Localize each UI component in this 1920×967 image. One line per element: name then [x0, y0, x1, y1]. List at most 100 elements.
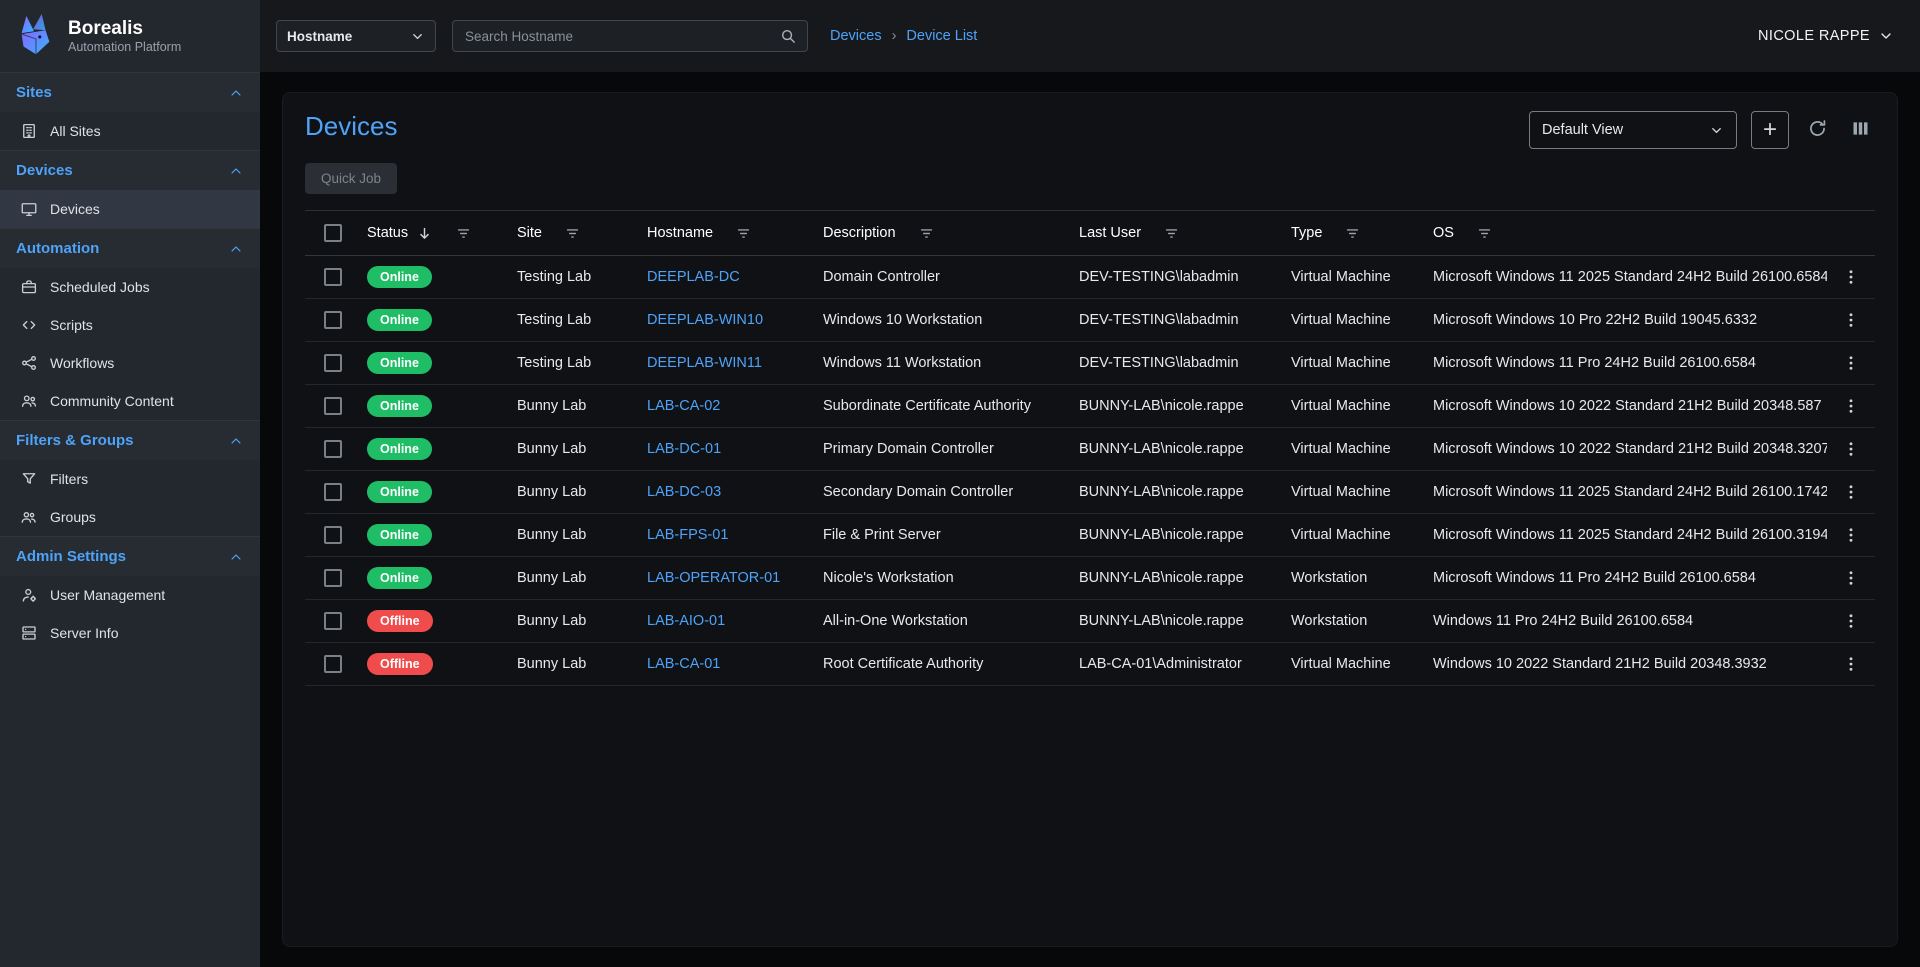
- search-icon[interactable]: [780, 28, 797, 45]
- column-filter-icon[interactable]: [918, 225, 935, 242]
- row-menu-button[interactable]: [1842, 311, 1860, 329]
- column-header-type[interactable]: Type: [1285, 225, 1427, 242]
- column-label: Description: [823, 225, 896, 241]
- site-cell: Bunny Lab: [511, 527, 641, 543]
- add-view-button[interactable]: +: [1751, 111, 1789, 149]
- column-filter-icon[interactable]: [564, 225, 581, 242]
- hostname-link[interactable]: LAB-DC-03: [647, 484, 721, 500]
- row-checkbox[interactable]: [324, 612, 342, 630]
- column-label: Last User: [1079, 225, 1141, 241]
- row-checkbox-cell: [305, 612, 361, 630]
- sidebar-item-groups[interactable]: Groups: [0, 498, 260, 536]
- refresh-button[interactable]: [1803, 114, 1832, 146]
- user-menu[interactable]: NICOLE RAPPE: [1758, 28, 1894, 44]
- hostname-link[interactable]: LAB-OPERATOR-01: [647, 570, 780, 586]
- hostname-link[interactable]: DEEPLAB-WIN11: [647, 355, 762, 371]
- sidebar-item-devices[interactable]: Devices: [0, 190, 260, 228]
- hostname-link[interactable]: LAB-FPS-01: [647, 527, 728, 543]
- last-user-cell: BUNNY-LAB\nicole.rappe: [1073, 613, 1285, 629]
- sidebar-item-server-info[interactable]: Server Info: [0, 614, 260, 652]
- sidebar-section-devices[interactable]: Devices: [0, 150, 260, 190]
- hostname-link[interactable]: LAB-DC-01: [647, 441, 721, 457]
- row-actions-cell: [1827, 311, 1875, 329]
- row-checkbox[interactable]: [324, 268, 342, 286]
- groups-icon: [20, 508, 38, 526]
- sidebar-item-workflows[interactable]: Workflows: [0, 344, 260, 382]
- row-menu-button[interactable]: [1842, 483, 1860, 501]
- quick-job-button[interactable]: Quick Job: [305, 163, 397, 194]
- row-menu-button[interactable]: [1842, 397, 1860, 415]
- row-checkbox[interactable]: [324, 526, 342, 544]
- status-cell: Online: [361, 438, 511, 460]
- sort-desc-icon[interactable]: [416, 225, 433, 242]
- row-actions-cell: [1827, 354, 1875, 372]
- row-checkbox[interactable]: [324, 354, 342, 372]
- sidebar-item-community-content[interactable]: Community Content: [0, 382, 260, 420]
- row-checkbox[interactable]: [324, 311, 342, 329]
- row-menu-button[interactable]: [1842, 655, 1860, 673]
- sidebar-item-label: Workflows: [50, 355, 114, 371]
- sidebar-item-filters[interactable]: Filters: [0, 460, 260, 498]
- row-menu-button[interactable]: [1842, 526, 1860, 544]
- table-row: OnlineBunny LabLAB-DC-01Primary Domain C…: [305, 428, 1875, 471]
- row-menu-button[interactable]: [1842, 612, 1860, 630]
- sidebar-section-label: Devices: [16, 162, 73, 179]
- column-header-description[interactable]: Description: [817, 225, 1073, 242]
- row-checkbox[interactable]: [324, 483, 342, 501]
- status-cell: Online: [361, 481, 511, 503]
- hostname-link[interactable]: DEEPLAB-WIN10: [647, 312, 763, 328]
- sidebar-item-scheduled-jobs[interactable]: Scheduled Jobs: [0, 268, 260, 306]
- row-actions-cell: [1827, 268, 1875, 286]
- sidebar-item-label: Community Content: [50, 393, 174, 409]
- sidebar-item-scripts[interactable]: Scripts: [0, 306, 260, 344]
- row-menu-button[interactable]: [1842, 569, 1860, 587]
- sidebar-section-sites[interactable]: Sites: [0, 72, 260, 112]
- columns-button[interactable]: [1846, 114, 1875, 146]
- hostname-link[interactable]: DEEPLAB-DC: [647, 269, 740, 285]
- hostname-cell: LAB-DC-03: [641, 484, 817, 500]
- table-row: OnlineBunny LabLAB-DC-03Secondary Domain…: [305, 471, 1875, 514]
- hostname-link[interactable]: LAB-AIO-01: [647, 613, 725, 629]
- topbar: Hostname Devices › Device List NICOLE RA…: [260, 0, 1920, 72]
- sidebar-section-filters-groups[interactable]: Filters & Groups: [0, 420, 260, 460]
- view-select[interactable]: Default View: [1529, 111, 1737, 149]
- column-filter-icon[interactable]: [455, 225, 472, 242]
- hostname-link[interactable]: LAB-CA-02: [647, 398, 720, 414]
- status-badge: Online: [367, 266, 432, 288]
- building-icon: [20, 122, 38, 140]
- breadcrumb-devices[interactable]: Devices: [830, 28, 882, 44]
- column-filter-icon[interactable]: [1476, 225, 1493, 242]
- row-menu-button[interactable]: [1842, 354, 1860, 372]
- column-filter-icon[interactable]: [1163, 225, 1180, 242]
- column-header-os[interactable]: OS: [1427, 225, 1827, 242]
- row-menu-button[interactable]: [1842, 440, 1860, 458]
- sidebar-item-user-management[interactable]: User Management: [0, 576, 260, 614]
- column-filter-icon[interactable]: [735, 225, 752, 242]
- sidebar-section-automation[interactable]: Automation: [0, 228, 260, 268]
- table-row: OnlineBunny LabLAB-OPERATOR-01Nicole's W…: [305, 557, 1875, 600]
- site-cell: Bunny Lab: [511, 441, 641, 457]
- column-header-hostname[interactable]: Hostname: [641, 225, 817, 242]
- last-user-cell: DEV-TESTING\labadmin: [1073, 312, 1285, 328]
- hostname-filter-select[interactable]: Hostname: [276, 20, 436, 52]
- column-filter-icon[interactable]: [1344, 225, 1361, 242]
- sidebar-item-all-sites[interactable]: All Sites: [0, 112, 260, 150]
- row-checkbox[interactable]: [324, 569, 342, 587]
- sidebar-section-admin-settings[interactable]: Admin Settings: [0, 536, 260, 576]
- row-checkbox[interactable]: [324, 397, 342, 415]
- status-badge: Online: [367, 309, 432, 331]
- row-checkbox[interactable]: [324, 655, 342, 673]
- column-header-last-user[interactable]: Last User: [1073, 225, 1285, 242]
- column-header-status[interactable]: Status: [361, 225, 511, 242]
- hostname-cell: DEEPLAB-WIN11: [641, 355, 817, 371]
- type-cell: Workstation: [1285, 613, 1427, 629]
- hostname-link[interactable]: LAB-CA-01: [647, 656, 720, 672]
- breadcrumb-device-list[interactable]: Device List: [906, 28, 977, 44]
- select-all-checkbox[interactable]: [324, 224, 342, 242]
- row-menu-button[interactable]: [1842, 268, 1860, 286]
- table-row: OnlineTesting LabDEEPLAB-WIN10Windows 10…: [305, 299, 1875, 342]
- row-checkbox[interactable]: [324, 440, 342, 458]
- search-input[interactable]: [463, 28, 780, 45]
- status-cell: Online: [361, 309, 511, 331]
- column-header-site[interactable]: Site: [511, 225, 641, 242]
